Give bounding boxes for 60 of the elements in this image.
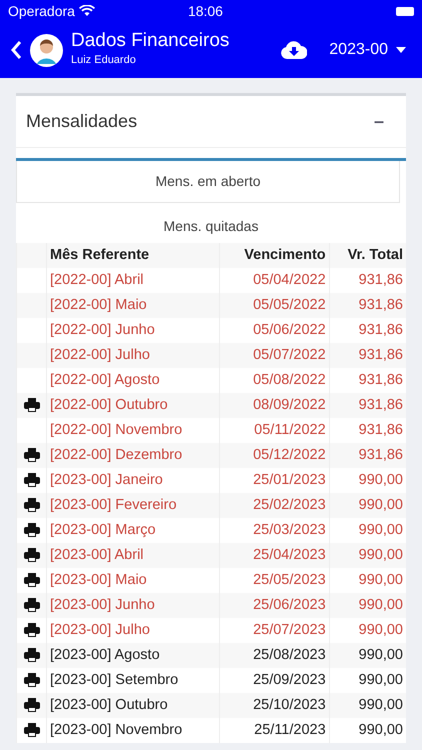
table-cell: 25/02/2023	[219, 493, 330, 518]
table-cell: 05/05/2022	[219, 293, 330, 318]
printer-icon[interactable]	[24, 622, 40, 637]
printer-icon[interactable]	[24, 448, 40, 462]
printer-icon[interactable]	[24, 672, 40, 687]
table-cell: 990,00	[329, 643, 406, 668]
table-cell: 990,00	[329, 593, 406, 618]
table-cell: [2022-00] Maio	[46, 293, 220, 318]
carrier-label: Operadora	[8, 2, 75, 21]
printer-icon[interactable]	[24, 548, 40, 562]
column-header: Mês Referente	[46, 243, 220, 268]
printer-icon[interactable]	[24, 648, 40, 662]
table-cell: [2022-00] Outubro	[46, 393, 220, 418]
table-cell: 931,86	[329, 393, 406, 418]
table-cell: 25/06/2023	[219, 593, 330, 618]
table-cell: [2023-00] Agosto	[46, 643, 220, 668]
table-cell: [2023-00] Novembro	[46, 718, 220, 743]
table-cell: [2022-00] Dezembro	[46, 443, 220, 468]
clock-time: 18:06	[188, 2, 223, 18]
table-cell: 25/04/2023	[219, 543, 330, 568]
printer-icon[interactable]	[24, 698, 40, 712]
printer-icon[interactable]	[24, 398, 40, 412]
column-header: Vr. Total	[329, 243, 406, 268]
table-cell: [2023-00] Fevereiro	[46, 493, 220, 518]
back-icon[interactable]	[10, 40, 22, 60]
wifi-icon	[78, 5, 95, 17]
panel-title: Mensalidades	[26, 110, 138, 133]
printer-icon[interactable]	[24, 722, 40, 737]
cloud-download-icon[interactable]	[281, 41, 308, 59]
year-dropdown[interactable]: 2023-00	[323, 37, 412, 63]
caret-icon	[396, 47, 406, 53]
table-cell: 05/12/2022	[219, 443, 330, 468]
avatar-icon	[30, 34, 63, 66]
printer-icon[interactable]	[24, 598, 40, 612]
table-cell: 990,00	[329, 493, 406, 518]
tab[interactable]: Mens. em aberto	[16, 161, 400, 203]
table-cell: 990,00	[329, 693, 406, 718]
table-cell: [2022-00] Julho	[46, 343, 220, 368]
printer-icon[interactable]	[24, 522, 40, 537]
table-cell: 931,86	[329, 343, 406, 368]
table-cell: 25/08/2023	[219, 643, 330, 668]
page-title: Dados Financeiros	[71, 31, 230, 52]
table-cell: 25/10/2023	[219, 693, 330, 718]
table-cell: [2023-00] Outubro	[46, 693, 220, 718]
table-cell: 931,86	[329, 293, 406, 318]
collapse-button[interactable]: –	[368, 107, 390, 136]
printer-icon[interactable]	[24, 572, 40, 587]
table-cell: 25/11/2023	[219, 718, 330, 743]
printer-icon[interactable]	[24, 472, 40, 487]
table-cell: 990,00	[329, 718, 406, 743]
table-cell: 931,86	[329, 443, 406, 468]
battery-icon	[396, 6, 414, 16]
table-cell: [2023-00] Abril	[46, 543, 220, 568]
table-cell: [2023-00] Junho	[46, 593, 220, 618]
table-cell: 08/09/2022	[219, 393, 330, 418]
column-header: Vencimento	[219, 243, 330, 268]
printer-icon[interactable]	[24, 498, 40, 512]
table-cell: 05/07/2022	[219, 343, 330, 368]
table-cell: 990,00	[329, 543, 406, 568]
user-name: Luiz Eduardo	[71, 53, 137, 68]
